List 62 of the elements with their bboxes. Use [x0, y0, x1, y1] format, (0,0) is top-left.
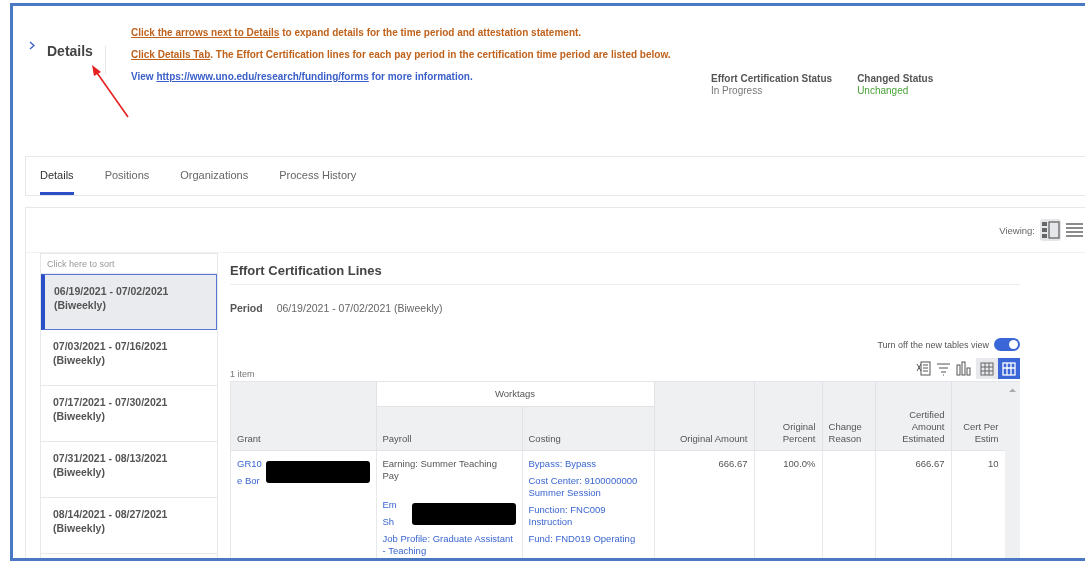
column-header: Grant: [231, 382, 376, 451]
instruction-text: Click Details Tab. The Effort Certification lines for each pay period in the certification time period are listed below.: [131, 48, 672, 61]
period-item[interactable]: 06/19/2021 - 07/02/2021 (Biweekly): [41, 274, 217, 330]
status-value: Unchanged: [857, 85, 910, 97]
tab[interactable]: Details: [40, 157, 74, 195]
instruction-link[interactable]: https://www.uno.edu/research/funding/forms: [156, 71, 369, 82]
tab[interactable]: Organizations: [180, 157, 249, 195]
column-header: Certified Amount Estimated: [875, 382, 951, 451]
period-item[interactable]: 07/31/2021 - 08/13/2021 (Biweekly): [41, 442, 217, 498]
filter-icon[interactable]: [936, 361, 951, 376]
scrollbar[interactable]: [1005, 382, 1020, 558]
column-group-header: Worktags: [376, 382, 654, 407]
grid-icon: [980, 361, 994, 376]
period-item[interactable]: 07/03/2021 - 07/16/2021 (Biweekly): [41, 330, 217, 386]
table-cell: 666.67: [915, 458, 945, 470]
instruction-link[interactable]: Click the arrows next to Details: [131, 27, 280, 38]
table-view-button[interactable]: [976, 358, 998, 379]
cell-link[interactable]: Cost Center: 9100000000 Summer Session: [528, 475, 648, 499]
column-header: Original Amount: [654, 382, 754, 451]
column-header: Original Percent: [754, 382, 822, 451]
cell-link[interactable]: Sh: [382, 516, 395, 528]
toggle-switch[interactable]: [994, 338, 1020, 351]
grid-icon: [1002, 361, 1016, 376]
cell-link[interactable]: GR10: [237, 458, 262, 470]
instruction-text: Click the arrows next to Details to expand details for the time period and attestation statement.: [131, 26, 583, 39]
field-label: Period: [230, 302, 263, 314]
section-title: Details: [47, 43, 94, 59]
instruction-text: View https://www.uno.edu/research/funding/forms for more information.: [131, 70, 474, 83]
period-item[interactable]: 07/17/2021 - 07/30/2021 (Biweekly): [41, 386, 217, 442]
table-view-button[interactable]: [998, 358, 1020, 379]
status-value: In Progress: [711, 85, 764, 97]
viewing-label: Viewing:: [999, 224, 1035, 236]
annotation-arrow: [92, 65, 129, 118]
cell-link[interactable]: Job Profile: Graduate Assistant - Teaching: [382, 533, 516, 557]
split-view-icon: [1041, 220, 1060, 240]
status-label: Changed Status: [857, 73, 934, 85]
view-option[interactable]: [1040, 219, 1061, 241]
table-cell: 100.0%: [783, 458, 816, 470]
tab[interactable]: Process History: [279, 157, 357, 195]
toggle-label: Turn off the new tables view: [877, 339, 989, 350]
column-header: Costing: [522, 406, 654, 451]
column-header: Payroll: [376, 406, 522, 451]
period-item[interactable]: 08/14/2021 - 08/27/2021 (Biweekly): [41, 498, 217, 554]
table-cell-text: Earning: Summer Teaching Pay: [382, 458, 498, 482]
cell-link[interactable]: Em: [382, 499, 397, 511]
table-cell: 666.67: [718, 458, 748, 470]
status-label: Effort Certification Status: [711, 73, 833, 85]
chevron-icon[interactable]: [28, 41, 37, 50]
table-cell: 10: [987, 458, 999, 470]
list-view-icon: [1065, 220, 1084, 240]
export-icon[interactable]: [916, 361, 931, 376]
cell-link[interactable]: e Bor: [237, 475, 260, 487]
cell-link[interactable]: Bypass: Bypass: [528, 458, 597, 470]
column-header: Change Reason: [822, 382, 875, 451]
bar-chart-icon[interactable]: [956, 361, 971, 376]
column-header: Cert Per Estim: [951, 382, 1005, 451]
section-heading: Effort Certification Lines: [230, 253, 1020, 285]
cell-link[interactable]: Fund: FND019 Operating: [528, 533, 636, 545]
cell-link[interactable]: Function: FNC009 Instruction: [528, 504, 648, 528]
tab[interactable]: Positions: [104, 157, 150, 195]
field-value: 06/19/2021 - 07/02/2021 (Biweekly): [276, 302, 443, 314]
item-count: 1 item: [230, 369, 255, 379]
